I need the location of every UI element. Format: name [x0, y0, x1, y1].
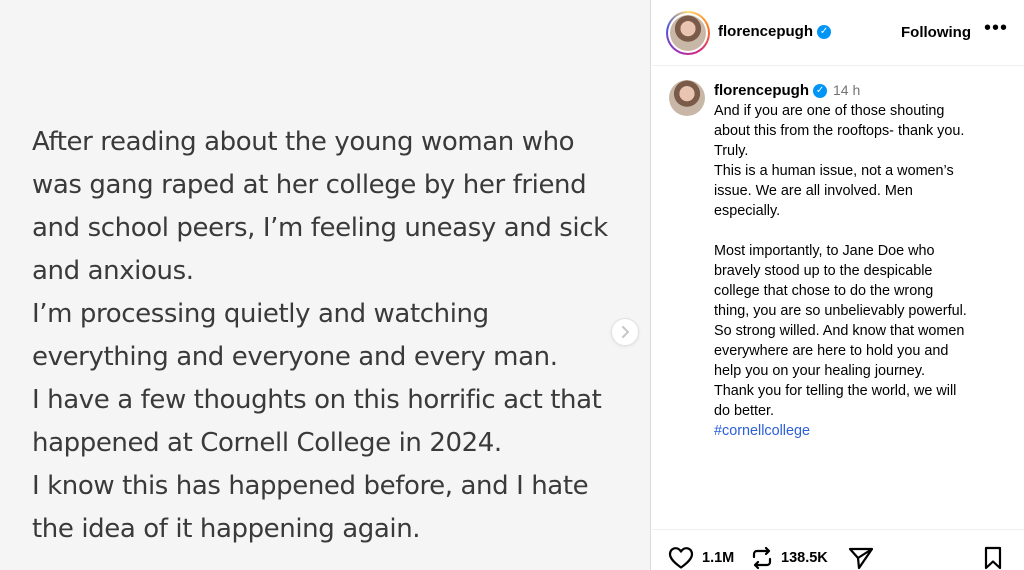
caption-line: Truly.: [714, 143, 749, 159]
bookmark-icon: [984, 546, 1002, 570]
caption-line: about this from the rooftops- thank you.: [714, 123, 965, 139]
slide-line: was gang raped at her college by her fri…: [32, 170, 587, 200]
caption-header: florencepugh ✓ 14 h: [714, 82, 860, 99]
slide-line: and anxious.: [32, 256, 194, 286]
slide-line: everything and everyone and every man.: [32, 342, 558, 372]
following-button[interactable]: Following: [901, 24, 971, 41]
save-button[interactable]: [982, 546, 1004, 570]
slide-line: the idea of it happening again.: [32, 514, 421, 544]
slide-line: I’m processing quietly and watching: [32, 299, 489, 329]
caption-line: This is a human issue, not a women’s: [714, 163, 954, 179]
repost-count[interactable]: 138.5K: [781, 550, 828, 566]
caption-line: Most importantly, to Jane Doe who: [714, 243, 935, 259]
caption-text: And if you are one of those shouting abo…: [714, 101, 1014, 441]
caption-username[interactable]: florencepugh: [714, 82, 809, 99]
caption-line: And if you are one of those shouting: [714, 103, 945, 119]
caption-line: issue. We are all involved. Men: [714, 183, 913, 199]
like-count[interactable]: 1.1M: [702, 550, 734, 566]
chevron-right-icon: [622, 326, 629, 338]
share-icon: [848, 547, 874, 570]
caption-line: thing, you are so unbelievably powerful.: [714, 303, 967, 319]
avatar[interactable]: [666, 11, 710, 55]
slide-line: I know this has happened before, and I h…: [32, 471, 589, 501]
slide-line: After reading about the young woman who: [32, 127, 575, 157]
share-button[interactable]: [848, 546, 874, 570]
caption-line: everywhere are here to hold you and: [714, 343, 949, 359]
post-media: After reading about the young woman who …: [0, 0, 651, 570]
caption-line: bravely stood up to the despicable: [714, 263, 933, 279]
like-button[interactable]: 1.1M: [668, 546, 734, 570]
action-bar: 1.1M 138.5K: [652, 529, 1024, 570]
slide-text: After reading about the young woman who …: [32, 121, 632, 551]
caption-line: do better.: [714, 403, 775, 419]
slide-line: happened at Cornell College in 2024.: [32, 428, 502, 458]
hashtag-link[interactable]: #cornellcollege: [714, 421, 1014, 441]
caption-line: college that chose to do the wrong: [714, 283, 934, 299]
more-icon[interactable]: •••: [984, 17, 1008, 40]
next-slide-button[interactable]: [611, 318, 639, 346]
caption-line: Thank you for telling the world, we will: [714, 383, 957, 399]
caption: florencepugh ✓ 14 h And if you are one of …: [652, 66, 1024, 529]
avatar-ring: [668, 13, 708, 53]
post-sidebar: florencepugh ✓ Following ••• florencepugh…: [652, 0, 1024, 570]
caption-avatar[interactable]: [669, 80, 705, 116]
caption-line: especially.: [714, 203, 781, 219]
header-username-row: florencepugh ✓: [718, 23, 832, 40]
repost-button[interactable]: 138.5K: [751, 546, 828, 570]
slide-line: I have a few thoughts on this horrific a…: [32, 385, 602, 415]
avatar-image: [670, 15, 706, 51]
verified-badge-icon: ✓: [817, 25, 832, 40]
caption-line: So strong willed. And know that women: [714, 323, 965, 339]
header-username[interactable]: florencepugh: [718, 23, 813, 40]
caption-line: help you on your healing journey.: [714, 363, 925, 379]
verified-badge-icon: ✓: [813, 84, 828, 99]
caption-timestamp[interactable]: 14 h: [833, 82, 860, 98]
repost-icon: [752, 546, 772, 570]
slide-line: and school peers, I’m feeling uneasy and…: [32, 213, 608, 243]
heart-icon: [668, 547, 694, 569]
post-header: florencepugh ✓ Following •••: [652, 0, 1024, 66]
